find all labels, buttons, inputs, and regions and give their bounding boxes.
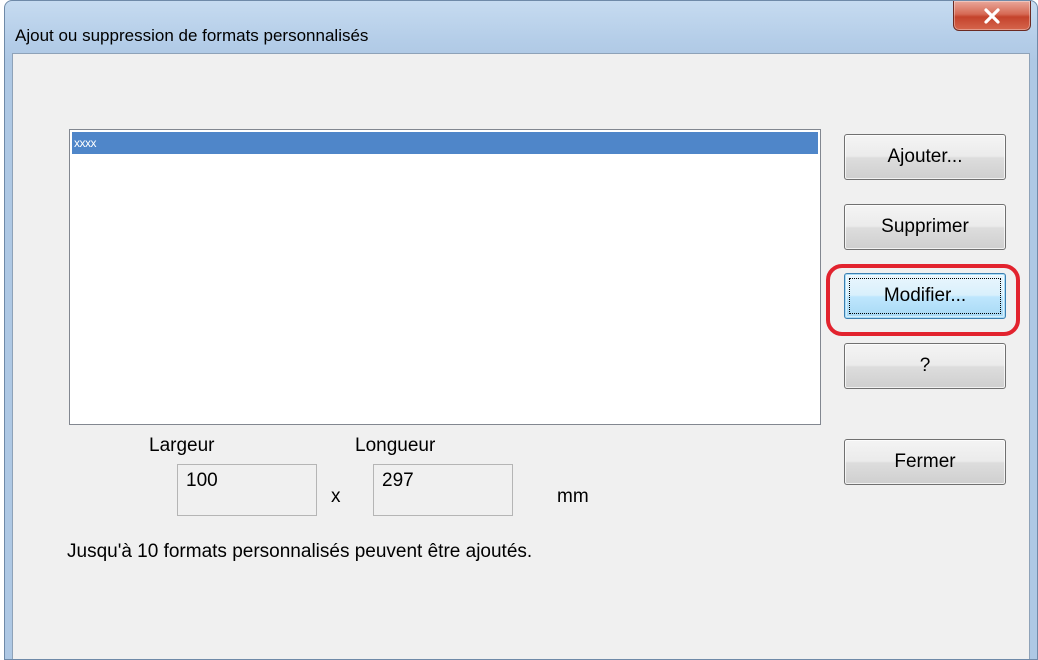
help-button[interactable]: ?	[844, 343, 1006, 389]
length-field[interactable]: 297	[373, 464, 513, 516]
width-field[interactable]: 100	[177, 464, 317, 516]
add-button[interactable]: Ajouter...	[844, 134, 1006, 180]
info-text: Jusqu'à 10 formats personnalisés peuvent…	[67, 541, 533, 562]
close-window-button[interactable]	[953, 1, 1031, 31]
dialog-window: Ajout ou suppression de formats personna…	[4, 0, 1038, 660]
modify-button[interactable]: Modifier...	[844, 273, 1006, 319]
close-icon	[984, 7, 1000, 24]
dialog-body: xxxx Ajouter... Supprimer Modifier... ? …	[12, 53, 1030, 659]
custom-formats-list[interactable]: xxxx	[69, 129, 821, 425]
unit-label: mm	[557, 486, 589, 507]
width-label: Largeur	[149, 435, 215, 456]
length-label: Longueur	[355, 435, 436, 456]
list-item[interactable]: xxxx	[72, 132, 818, 154]
modify-button-label: Modifier...	[883, 285, 967, 306]
title-bar[interactable]: Ajout ou suppression de formats personna…	[5, 1, 1037, 53]
delete-button[interactable]: Supprimer	[844, 204, 1006, 250]
dimension-separator: x	[331, 486, 341, 507]
close-button[interactable]: Fermer	[844, 439, 1006, 485]
window-title: Ajout ou suppression de formats personna…	[15, 26, 369, 45]
